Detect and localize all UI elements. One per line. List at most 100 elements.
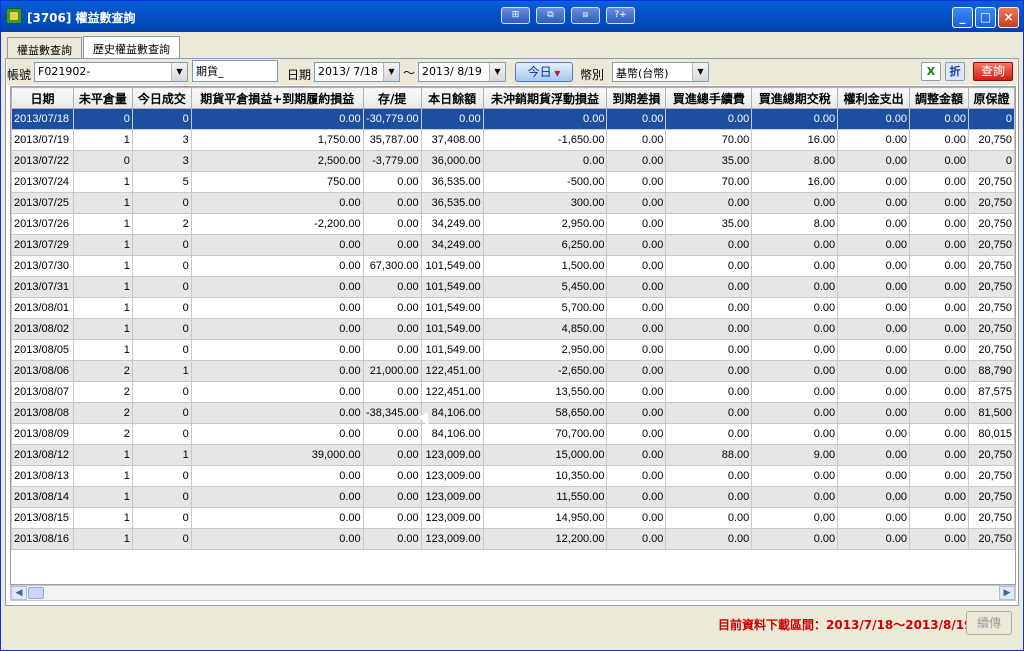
maximize-button[interactable]: □	[975, 7, 996, 28]
table-row[interactable]: 2013/08/14 1 0 0.00 0.00 123,009.00 11,550.00 0…	[11, 486, 1015, 508]
table-cell: 0.00	[190, 339, 364, 361]
table-row[interactable]: 2013/07/22 0 3 2,500.00 -3,779.00 36,000.00 0.…	[11, 150, 1015, 172]
tab-bar: 權益數查詢 歷史權益數查詢	[7, 36, 181, 59]
window-icon[interactable]: ⧉	[536, 7, 565, 24]
currency-select[interactable]: 基幣(台幣) ▼	[612, 62, 709, 82]
table-cell: 88,790	[967, 360, 1015, 382]
table-row[interactable]: 2013/07/24 1 5 750.00 0.00 36,535.00 -500.00 0.…	[11, 171, 1015, 193]
table-row[interactable]: 2013/08/06 2 1 0.00 21,000.00 122,451.00 -2,65…	[11, 360, 1015, 382]
table-cell: 0.00	[909, 486, 969, 508]
table-cell: 3	[131, 129, 192, 151]
table-cell: 0.00	[190, 318, 364, 340]
table-cell: 0.00	[190, 507, 364, 529]
table-cell: 0.00	[837, 381, 911, 403]
table-cell: 2013/08/12	[11, 444, 74, 466]
table-cell: 0.00	[837, 213, 911, 235]
table-cell: 0.00	[665, 423, 753, 445]
layout-icon[interactable]: ⊞	[501, 7, 530, 24]
tab-history-equity-query[interactable]: 歷史權益數查詢	[83, 36, 180, 59]
table-row[interactable]: 2013/07/19 1 3 1,750.00 35,787.00 37,408.00 -1…	[11, 129, 1015, 151]
table-row[interactable]: 2013/07/29 1 0 0.00 0.00 34,249.00 6,250.00 0.0…	[11, 234, 1015, 256]
date-to-picker[interactable]: 2013/ 8/19 ▼	[418, 62, 506, 82]
column-header[interactable]: 買進總手續費	[665, 87, 753, 109]
table-cell: 20,750	[967, 444, 1015, 466]
table-cell: 0.00	[837, 234, 911, 256]
column-header[interactable]: 未沖銷期貨浮動損益	[482, 87, 608, 109]
column-header[interactable]: 期貨平倉損益+到期履約損益	[190, 87, 364, 109]
scroll-left-icon[interactable]: ◀	[11, 586, 27, 600]
table-cell: 0.00	[909, 276, 969, 298]
table-cell: 0.00	[909, 360, 969, 382]
tab-equity-query[interactable]: 權益數查詢	[7, 37, 82, 59]
resume-download-button[interactable]: 續傳	[966, 611, 1012, 635]
type-field[interactable]: 期貨_	[192, 60, 278, 82]
date-from-picker[interactable]: 2013/ 7/18 ▼	[314, 62, 400, 82]
column-header[interactable]: 日期	[11, 87, 74, 109]
table-cell: 0	[131, 234, 192, 256]
restore-icon[interactable]: ⧈	[571, 7, 600, 24]
table-row[interactable]: 2013/08/12 1 1 39,000.00 0.00 123,009.00 15,00…	[11, 444, 1015, 466]
scroll-right-icon[interactable]: ▶	[999, 586, 1015, 600]
minimize-button[interactable]: _	[952, 7, 973, 28]
table-row[interactable]: 2013/08/16 1 0 0.00 0.00 123,009.00 12,200.00 0…	[11, 528, 1015, 550]
help-icon[interactable]: ?+	[606, 7, 635, 24]
table-cell: 2013/07/19	[11, 129, 74, 151]
column-header[interactable]: 今日成交	[131, 87, 192, 109]
table-row[interactable]: 2013/08/02 1 0 0.00 0.00 101,549.00 4,850.00 0.…	[11, 318, 1015, 340]
table-cell: 0.00	[751, 423, 839, 445]
column-header[interactable]: 權利金支出	[837, 87, 911, 109]
table-cell: -2,650.00	[482, 360, 608, 382]
column-header[interactable]: 未平倉量	[72, 87, 133, 109]
table-cell: 0.00	[909, 234, 969, 256]
chevron-down-icon[interactable]: ▼	[171, 63, 187, 81]
table-cell: 36,535.00	[420, 171, 484, 193]
table-row[interactable]: 2013/07/30 1 0 0.00 67,300.00 101,549.00 1,500…	[11, 255, 1015, 277]
column-header[interactable]: 調整金額	[909, 87, 969, 109]
table-row[interactable]: 2013/07/31 1 0 0.00 0.00 101,549.00 5,450.00 0.…	[11, 276, 1015, 298]
column-header[interactable]: 本日餘額	[420, 87, 484, 109]
table-cell: 0	[131, 486, 192, 508]
column-header[interactable]: 到期差損	[606, 87, 667, 109]
table-cell: 300.00	[482, 192, 608, 214]
excel-export-icon[interactable]: X	[921, 62, 941, 81]
column-header[interactable]: 原保證	[967, 87, 1015, 109]
table-row[interactable]: 2013/08/13 1 0 0.00 0.00 123,009.00 10,350.00 0…	[11, 465, 1015, 487]
fold-button[interactable]: 折	[945, 62, 965, 81]
chevron-down-icon[interactable]: ▼	[692, 63, 708, 81]
table-cell: 0.00	[482, 108, 608, 130]
chevron-down-icon[interactable]: ▼	[489, 63, 505, 81]
table-cell: 0.00	[909, 507, 969, 529]
today-button[interactable]: 今日 ▼	[515, 62, 573, 82]
table-cell: -3,779.00	[362, 150, 422, 172]
table-row[interactable]: 2013/08/08 2 0 0.00 -38,345.00 84,106.00 58,65…	[11, 402, 1015, 424]
table-row[interactable]: 2013/08/09 2 0 0.00 0.00 84,106.00 70,700.00 0.…	[11, 423, 1015, 445]
table-row[interactable]: 2013/08/05 1 0 0.00 0.00 101,549.00 2,950.00 0.…	[11, 339, 1015, 361]
table-cell: 5,450.00	[482, 276, 608, 298]
table-cell: 1	[72, 213, 133, 235]
window-controls: _ □ ×	[952, 7, 1019, 28]
close-button[interactable]: ×	[998, 7, 1019, 28]
horizontal-scrollbar[interactable]: ◀ ▶	[10, 585, 1016, 601]
table-header-row: 日期 未平倉量 今日成交 期貨平倉損益+到期履約損益 存/提 本日餘額 未沖銷期貨浮動損益到…	[11, 87, 1015, 109]
table-cell: 0.00	[665, 297, 753, 319]
table-cell: 0.00	[190, 192, 364, 214]
equity-history-grid[interactable]: 日期 未平倉量 今日成交 期貨平倉損益+到期履約損益 存/提 本日餘額 未沖銷期貨浮動損益到…	[10, 86, 1016, 585]
table-cell: 20,750	[967, 486, 1015, 508]
table-row[interactable]: 2013/07/18 0 0 0.00 -30,779.00 0.00 0.00 0.00 0.…	[11, 108, 1015, 130]
query-button[interactable]: 查詢	[973, 62, 1013, 81]
account-select[interactable]: F021902- ▼	[34, 62, 188, 82]
table-cell: 0.00	[362, 192, 422, 214]
chevron-down-icon[interactable]: ▼	[383, 63, 399, 81]
title-bar[interactable]: [3706] 權益數查詢 ⊞ ⧉ ⧈ ?+ _ □ ×	[1, 1, 1023, 32]
table-row[interactable]: 2013/08/07 2 0 0.00 0.00 122,451.00 13,550.00 0…	[11, 381, 1015, 403]
table-row[interactable]: 2013/07/26 1 2 -2,200.00 0.00 34,249.00 2,950.…	[11, 213, 1015, 235]
table-row[interactable]: 2013/08/15 1 0 0.00 0.00 123,009.00 14,950.00 0…	[11, 507, 1015, 529]
scroll-thumb[interactable]	[28, 587, 44, 599]
column-header[interactable]: 買進總期交稅	[751, 87, 839, 109]
table-cell: 6,250.00	[482, 234, 608, 256]
table-cell: 0.00	[362, 213, 422, 235]
column-header[interactable]: 存/提	[362, 87, 422, 109]
table-row[interactable]: 2013/08/01 1 0 0.00 0.00 101,549.00 5,700.00 0.…	[11, 297, 1015, 319]
table-row[interactable]: 2013/07/25 1 0 0.00 0.00 36,535.00 300.00 0.00 0…	[11, 192, 1015, 214]
account-value: F021902-	[38, 65, 91, 78]
